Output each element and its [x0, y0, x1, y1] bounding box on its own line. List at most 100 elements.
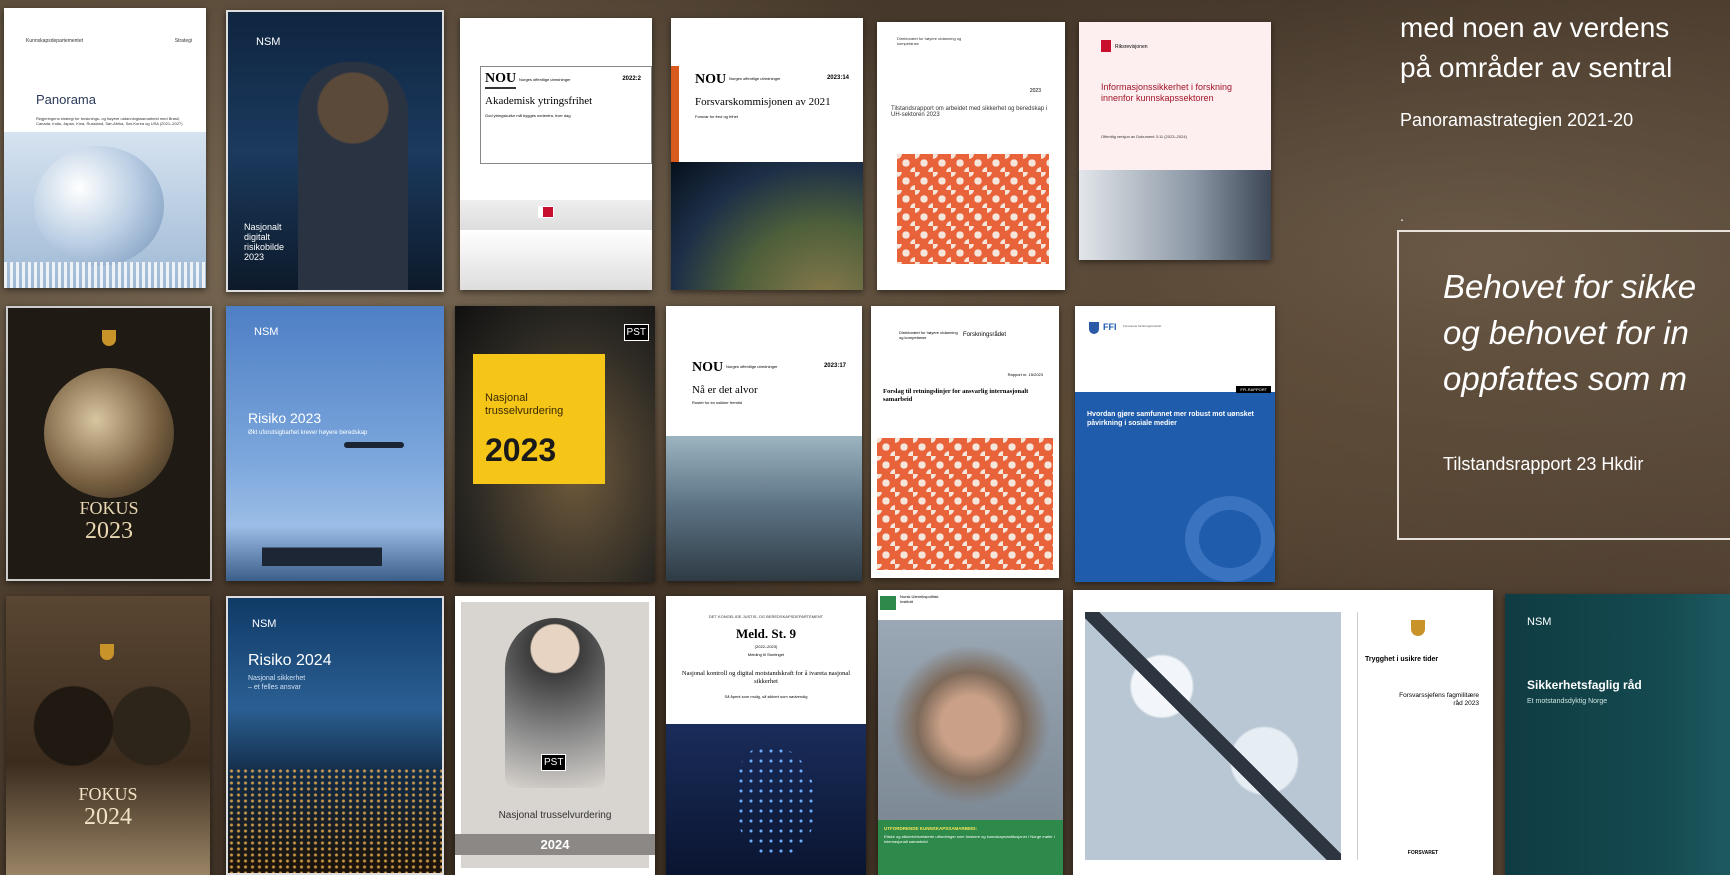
riksrevisjonen-name: Riksrevisjonen [1115, 44, 1148, 50]
quote-line-1: med noen av verdens [1400, 12, 1670, 43]
cover-title: Nasjonal trusselvurdering [498, 810, 612, 821]
cover-title: Hvordan gjøre samfunnet mer robust mot u… [1087, 411, 1254, 427]
nou-series: Norges offentlige utredninger [726, 364, 778, 369]
cover-subtitle: Et motstandsdyktig Norge [1527, 698, 1608, 705]
cover-fokus-2024[interactable]: FOKUS 2024 [6, 596, 210, 875]
cover-note: Melding til Stortinget [747, 652, 785, 657]
cover-subtitle: Rustet for en usikker fremtid [692, 400, 743, 405]
cover-title: FOKUS [79, 498, 139, 518]
orange-pattern [897, 154, 1049, 264]
cover-title: Informasjonssikkerhet i forskning innenf… [1101, 82, 1233, 103]
cover-pst-2024[interactable]: PST Nasjonal trusselvurdering 2024 [455, 596, 655, 875]
person-computer-image [1079, 170, 1271, 260]
bar-graphic [4, 262, 206, 288]
quote-line-a: Behovet for sikke [1443, 268, 1697, 305]
nou-label: NOU [485, 71, 517, 89]
globe-image [44, 368, 174, 498]
cover-title: Forsvarskommisjonen av 2021 [695, 96, 831, 108]
cover-year: 2023 [1029, 88, 1041, 94]
ffi-fullname: Forsvarets forskningsinstitutt [1123, 324, 1162, 328]
abstract-graphic [1185, 496, 1275, 582]
report-label: FFI-RAPPORT [1236, 386, 1271, 393]
cover-title: Risiko 2023 [248, 410, 322, 426]
cover-year: 2023 [85, 518, 133, 544]
cover-subtitle: God ytringskultur må bygges nedenfra, hv… [485, 113, 571, 118]
cover-forsvaret[interactable]: Trygghet i usikre tider Forsvarssjefens … [1073, 590, 1493, 875]
cover-subtitle: Regjeringens strategi for forsknings- og… [36, 116, 183, 126]
nou-series: Norges offentlige utredninger [519, 77, 571, 82]
report-number: Rapport nr. 15/2023 [1007, 372, 1043, 377]
nsm-logo: NSM [252, 618, 277, 630]
nou-header: NOU Norges offentlige utredninger 2022:2… [480, 66, 652, 164]
cover-title: Sikkerhetsfaglig råd [1527, 678, 1642, 692]
nupi-name: Norsk Utenrikspolitisk Institutt [900, 594, 939, 604]
cover-subtitle: Offentlig versjon av Dokument 3:11 (2023… [1101, 134, 1187, 139]
cover-riksrevisjonen[interactable]: Riksrevisjonen Informasjonssikkerhet i f… [1079, 22, 1271, 260]
cover-title: Tilstandsrapport om arbeidet med sikkerh… [891, 106, 1048, 118]
cover-fokus-2023[interactable]: FOKUS 2023 [6, 306, 212, 581]
cover-nsm-risiko-2024[interactable]: NSM Risiko 2024 Nasjonal sikkerhet – et … [226, 596, 444, 875]
ffi-crest-icon [1089, 322, 1099, 334]
cover-subtitle: Nasjonal sikkerhet – et felles ansvar [248, 675, 306, 691]
nsm-logo: NSM [254, 326, 279, 338]
nsm-logo: NSM [1527, 616, 1552, 628]
cover-ffi-rapport[interactable]: FFI Forsvarets forskningsinstitutt FFI-R… [1075, 306, 1275, 582]
cover-nsm-risiko-2023[interactable]: NSM Risiko 2023 Økt uforutsigbarhet krev… [226, 306, 444, 581]
cover-year: 2023 [485, 432, 557, 468]
nou-number: 2022:2 [622, 76, 641, 82]
cover-hkdir-tilstandsrapport[interactable]: Direktoratet for høyere utdanning og kom… [877, 22, 1065, 290]
cover-title: Risiko 2024 [248, 652, 332, 669]
cover-title: Nasjonalt digitalt risikobilde 2023 [244, 222, 285, 262]
cover-title: Akademisk ytringsfrihet [485, 95, 593, 107]
crest-icon [100, 644, 114, 660]
pst-badge: PST [623, 324, 649, 341]
cover-years: (2022–2023) [754, 644, 778, 649]
globe-image [4, 132, 206, 288]
cover-title: Forslag til retningslinjer for ansvarlig… [883, 388, 1029, 403]
source-citation-2: Tilstandsrapport 23 Hkdir [1443, 454, 1644, 474]
cover-title: Meld. St. 9 [736, 626, 796, 641]
cover-dept: Kunnskapsdepartementet [26, 38, 83, 44]
cover-panorama[interactable]: Kunnskapsdepartementet Strategi Panorama… [4, 8, 206, 288]
cover-main-title: Nasjonal kontroll og digital motstandskr… [681, 670, 851, 685]
cover-year: 2024 [84, 804, 132, 830]
cover-meld-st-9[interactable]: DET KONGELIGE JUSTIS- OG BEREDSKAPSDEPAR… [666, 596, 866, 875]
flag [538, 206, 554, 218]
pst-badge: PST [541, 754, 567, 771]
divider [1357, 612, 1358, 860]
cover-title: Trygghet i usikre tider [1365, 656, 1439, 663]
cover-footer: FORSVARET [1407, 850, 1439, 856]
nou-label: NOU [692, 360, 724, 375]
cover-subtitle: Forsvar for fred og frihet [695, 114, 738, 119]
cover-hkdir-retningslinjer[interactable]: Direktoratet for høyere utdanning og kom… [871, 306, 1059, 578]
source-citation-1: Panoramastrategien 2021-20 [1400, 110, 1634, 130]
forsvaret-crest-icon [1411, 620, 1425, 636]
crest-icon [102, 330, 116, 346]
cover-nou-akademisk[interactable]: NOU Norges offentlige utredninger 2022:2… [460, 18, 652, 290]
nou-series: Norges offentlige utredninger [729, 76, 781, 81]
oil-platform [262, 520, 382, 566]
accent-bar [671, 66, 679, 162]
ice-image [1085, 612, 1341, 860]
cover-nsm-risikobilde[interactable]: NSM Nasjonalt digitalt risikobilde 2023 [226, 10, 444, 292]
earth-image [671, 162, 863, 290]
cover-subtitle: Økt uforutsigbarhet krever høyere bereds… [248, 430, 368, 436]
cover-subtitle: Etiske og sikkerhetsrelaterte utfordring… [884, 834, 1055, 844]
cover-tag: Strategi [174, 38, 192, 44]
cover-nou-alvor[interactable]: NOU Norges offentlige utredninger 2023:1… [666, 306, 862, 581]
cover-title: Panorama [36, 92, 96, 107]
nsm-logo: NSM [256, 36, 281, 48]
worker-figure [298, 62, 408, 290]
nou-label: NOU [695, 72, 727, 87]
dot-mark: . [1400, 208, 1404, 224]
cover-title: UTFORDRENDE KUNNSKAPSSAMARBEID: [884, 826, 978, 831]
cover-nou-forsvarskommisjonen[interactable]: NOU Norges offentlige utredninger 2023:1… [671, 18, 863, 290]
ministry-name: DET KONGELIGE JUSTIS- OG BEREDSKAPSDEPAR… [708, 614, 824, 619]
cover-nupi[interactable]: Norsk Utenrikspolitisk Institutt UTFORDR… [878, 590, 1063, 875]
cover-title: Nasjonal trusselvurdering [485, 392, 564, 417]
bears-illustration [22, 676, 194, 776]
cover-title: FOKUS [78, 784, 138, 804]
cover-pst-2023[interactable]: PST Nasjonal trusselvurdering 2023 [455, 306, 655, 582]
cover-nsm-sikkerhetsfaglig[interactable]: NSM Sikkerhetsfaglig råd Et motstandsdyk… [1505, 594, 1730, 875]
hkdir-logo: Direktoratet for høyere utdanning og kom… [897, 36, 962, 46]
